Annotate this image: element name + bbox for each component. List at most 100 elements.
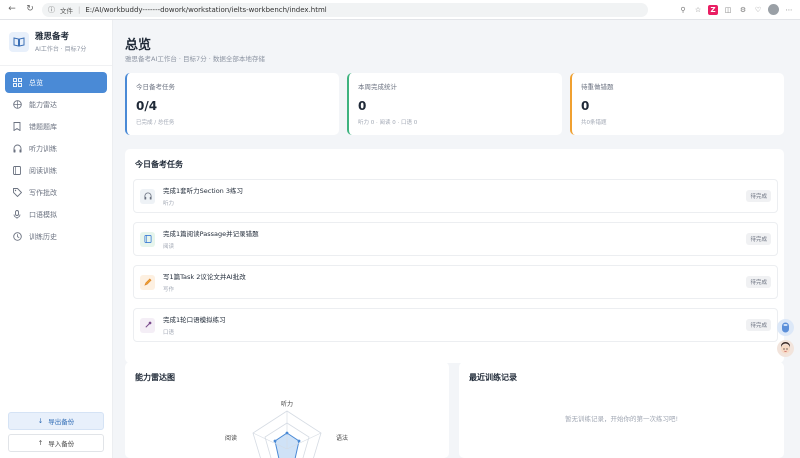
task-status-badge[interactable]: 待完成 (746, 276, 771, 288)
radar-label-reading: 阅读 (225, 435, 238, 442)
profile-avatar[interactable] (768, 4, 779, 15)
task-status-badge[interactable]: 待完成 (746, 190, 771, 202)
book-icon (12, 166, 22, 176)
book-icon (140, 231, 155, 247)
radar-icon (12, 100, 22, 110)
url-chip: 文件 (60, 6, 73, 15)
history-card-title: 最近训练记录 (469, 373, 517, 382)
upload-icon: ↑ (37, 439, 44, 447)
stat-label: 本周完成统计 (358, 83, 397, 91)
tasks-card-title: 今日备考任务 (135, 160, 183, 169)
sidebar-item-label: 阅读训练 (29, 166, 57, 175)
history-empty-text: 暂无训练记录，开始你的第一次练习吧! (564, 415, 679, 423)
sidebar: 雅思备考 AI工作台 · 目标7分 总览 能力雷达 错题题库 听力训练 阅读训练… (0, 20, 113, 458)
sidebar-item-label: 口语模拟 (29, 210, 57, 219)
back-icon[interactable]: ← (6, 4, 18, 16)
reload-icon[interactable]: ↻ (24, 4, 36, 16)
sidebar-item-label: 错题题库 (29, 122, 57, 131)
stat-hint: 共0条错题 (581, 120, 607, 126)
stat-label: 待重做错题 (581, 83, 614, 91)
tag-icon (12, 188, 22, 198)
radar-card-title: 能力雷达图 (135, 373, 175, 382)
stat-card-today-tasks: 今日备考任务 0/4 已完成 / 总任务 (125, 73, 339, 135)
mic-icon (12, 210, 22, 220)
page-subtitle: 雅思备考AI工作台 · 目标7分 · 数据全部本地存储 (125, 55, 265, 63)
page-title: 总览 (125, 38, 152, 53)
history-card: 最近训练记录 暂无训练记录，开始你的第一次练习吧! (459, 362, 784, 458)
main-content: 总览 雅思备考AI工作台 · 目标7分 · 数据全部本地存储 今日备考任务 0/… (114, 20, 800, 458)
task-status-badge[interactable]: 待完成 (746, 233, 771, 245)
grid-icon (12, 78, 22, 88)
stat-value: 0 (581, 99, 590, 113)
task-status-badge[interactable]: 待完成 (746, 319, 771, 331)
extension-icon[interactable]: Z (708, 4, 718, 15)
sidebar-item-listening[interactable]: 听力训练 (5, 138, 107, 159)
sidebar-item-history[interactable]: 训练历史 (5, 226, 107, 247)
task-tag: 阅读 (163, 244, 175, 250)
sidebar-item-label: 总览 (29, 78, 43, 87)
export-backup-label: 导出备份 (48, 418, 75, 426)
task-item-writing[interactable]: 写1篇Task 2议论文并AI批改 写作 待完成 (133, 265, 778, 299)
stat-hint: 听力 0 · 阅读 0 · 口语 0 (358, 120, 418, 126)
pen-icon (140, 274, 155, 290)
stat-value: 0 (358, 99, 367, 113)
radar-label-listening: 听力 (281, 401, 294, 408)
url-divider: | (78, 5, 81, 14)
brand: 雅思备考 AI工作台 · 目标7分 (0, 20, 112, 66)
url-text: E:/AI/workbuddy-------dowork/workstation… (85, 5, 327, 14)
assistant-float-icon[interactable] (777, 319, 794, 336)
sidebar-item-label: 能力雷达 (29, 100, 57, 109)
address-bar[interactable]: ⓘ 文件 | E:/AI/workbuddy-------dowork/work… (42, 2, 648, 17)
task-item-listening[interactable]: 完成1套听力Section 3练习 听力 待完成 (133, 179, 778, 213)
sidebar-item-radar[interactable]: 能力雷达 (5, 94, 107, 115)
task-title: 完成1套听力Section 3练习 (163, 187, 243, 195)
more-icon[interactable]: ⋯ (784, 5, 794, 15)
radar-chart (252, 410, 322, 458)
radar-label-grammar: 语法 (336, 435, 349, 442)
tasks-card: 今日备考任务 完成1套听力Section 3练习 听力 待完成 完成1篇阅读Pa… (125, 149, 784, 363)
task-tag: 口语 (163, 330, 175, 336)
sidebar-item-overview[interactable]: 总览 (5, 72, 107, 93)
browser-toolbar: ← ↻ ⓘ 文件 | E:/AI/workbuddy-------dowork/… (0, 0, 800, 20)
zoom-icon[interactable]: ⚲ (678, 5, 688, 15)
task-item-speaking[interactable]: 完成1轮口语模拟练习 口语 待完成 (133, 308, 778, 342)
sidebar-item-speaking[interactable]: 口语模拟 (5, 204, 107, 225)
bookmark-icon (12, 122, 22, 132)
task-title: 完成1篇阅读Passage并记录错题 (163, 230, 259, 238)
star-icon[interactable]: ☆ (693, 5, 703, 15)
clock-icon (12, 232, 22, 242)
avatar-float-icon[interactable] (777, 340, 794, 357)
stat-card-week: 本周完成统计 0 听力 0 · 阅读 0 · 口语 0 (347, 73, 562, 135)
brand-subtitle: AI工作台 · 目标7分 (35, 46, 87, 53)
task-title: 写1篇Task 2议论文并AI批改 (163, 273, 246, 281)
download-icon: ↓ (37, 417, 44, 425)
sidebar-item-mistakes[interactable]: 错题题库 (5, 116, 107, 137)
sidebar-item-reading[interactable]: 阅读训练 (5, 160, 107, 181)
stat-label: 今日备考任务 (136, 83, 175, 91)
brand-title: 雅思备考 (35, 32, 70, 42)
task-tag: 听力 (163, 201, 175, 207)
sidebar-item-writing[interactable]: 写作批改 (5, 182, 107, 203)
stat-value: 0/4 (136, 99, 158, 113)
sidebar-item-label: 听力训练 (29, 144, 57, 153)
headphones-icon (12, 144, 22, 154)
stat-hint: 已完成 / 总任务 (136, 120, 175, 126)
mic-icon (140, 317, 155, 333)
task-title: 完成1轮口语模拟练习 (163, 316, 226, 324)
sidebar-item-label: 训练历史 (29, 232, 57, 241)
task-item-reading[interactable]: 完成1篇阅读Passage并记录错题 阅读 待完成 (133, 222, 778, 256)
book-logo-icon (9, 31, 29, 52)
sidebar-menu: 总览 能力雷达 错题题库 听力训练 阅读训练 写作批改 口语模拟 训练历史 (0, 66, 112, 253)
info-icon: ⓘ (48, 5, 55, 14)
sidebar-item-label: 写作批改 (29, 188, 57, 197)
stat-card-mistakes: 待重做错题 0 共0条错题 (570, 73, 784, 135)
split-view-icon[interactable]: ◫ (723, 5, 733, 15)
favorites-icon[interactable]: ♡ (753, 5, 763, 15)
extensions-icon[interactable]: ⚙ (738, 5, 748, 15)
import-backup-label: 导入备份 (48, 440, 75, 448)
import-backup-button[interactable]: ↑ 导入备份 (8, 434, 104, 452)
export-backup-button[interactable]: ↓ 导出备份 (8, 412, 104, 430)
task-tag: 写作 (163, 287, 175, 293)
headphones-icon (140, 188, 155, 204)
radar-card: 能力雷达图 听力 语法 阅读 (125, 362, 449, 458)
